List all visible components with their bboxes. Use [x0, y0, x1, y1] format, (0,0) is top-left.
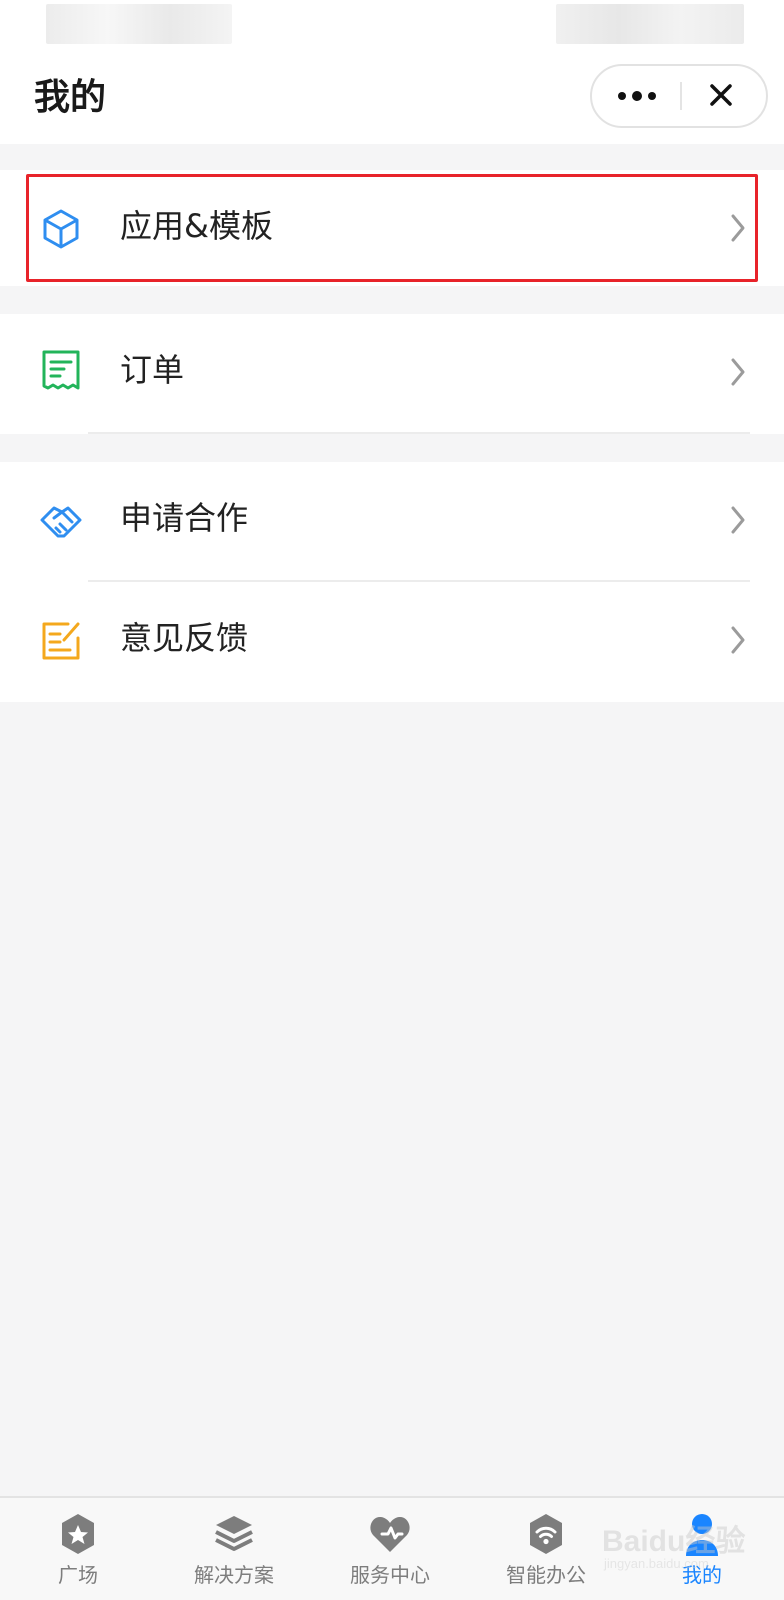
mini-program-capsule — [590, 64, 768, 128]
menu-group-orders: 订单 — [0, 314, 784, 434]
status-bar-left-blurred — [46, 4, 232, 44]
layers-icon — [215, 1516, 253, 1551]
menu-item-feedback[interactable]: 意见反馈 — [0, 582, 784, 698]
more-dot-icon — [618, 92, 626, 100]
watermark-url: jingyan.baidu.com — [604, 1556, 709, 1571]
menu-item-label: 意见反馈 — [120, 619, 249, 657]
chevron-right-icon — [731, 358, 745, 386]
menu-item-partnership[interactable]: 申请合作 — [0, 462, 784, 578]
close-button[interactable] — [682, 66, 766, 126]
tab-label: 广场 — [58, 1563, 98, 1587]
tab-service-center[interactable]: 服务中心 — [312, 1498, 468, 1600]
chevron-right-icon — [731, 626, 745, 654]
nav-bar: 我的 — [0, 52, 784, 144]
status-bar — [0, 0, 784, 52]
menu-group-support: 申请合作 意见反馈 — [0, 462, 784, 702]
chevron-right-icon — [731, 506, 745, 534]
wifi-shield-icon — [530, 1514, 562, 1554]
menu-item-orders[interactable]: 订单 — [0, 314, 784, 430]
menu-item-label: 申请合作 — [120, 499, 249, 537]
receipt-icon — [42, 350, 80, 390]
tab-label: 服务中心 — [350, 1563, 430, 1587]
watermark-brand: Baidu经验 — [602, 1525, 746, 1558]
tab-solutions[interactable]: 解决方案 — [156, 1498, 312, 1600]
close-icon — [710, 84, 732, 106]
baidu-watermark: Baidu经验 jingyan.baidu.com — [598, 1508, 768, 1578]
tab-plaza[interactable]: 广场 — [0, 1498, 156, 1600]
edit-note-icon — [42, 622, 80, 660]
heart-icon — [370, 1516, 410, 1552]
page-title: 我的 — [34, 77, 107, 118]
tab-label: 解决方案 — [194, 1563, 274, 1587]
row-divider — [88, 432, 750, 434]
highlight-box — [26, 174, 758, 282]
more-dot-icon — [648, 92, 656, 100]
menu-item-label: 订单 — [120, 351, 185, 389]
status-bar-right-blurred — [556, 4, 744, 44]
star-badge-icon — [62, 1514, 94, 1554]
handshake-icon — [40, 506, 82, 538]
more-dot-icon — [632, 91, 642, 101]
more-button[interactable] — [592, 66, 680, 126]
